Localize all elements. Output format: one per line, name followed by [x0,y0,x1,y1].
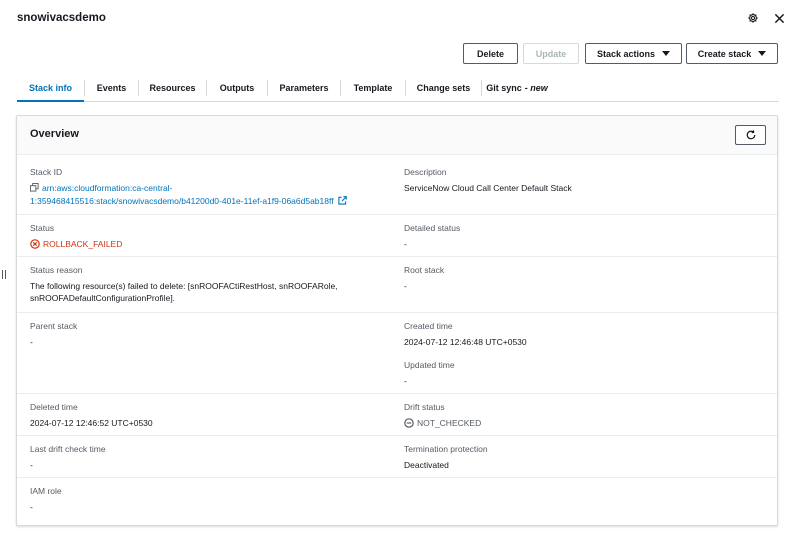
caret-down-icon [662,51,671,56]
not-checked-icon [404,418,414,428]
external-link-icon[interactable] [338,196,347,208]
tab-template[interactable]: Template [341,74,405,101]
status-badge: ROLLBACK_FAILED [30,238,390,250]
created-time-field: Created time 2024-07-12 12:46:48 UTC+053… [404,321,527,347]
iam-role-field: IAM role - [30,486,62,512]
refresh-icon [746,130,755,140]
last-drift-check-field: Last drift check time - [30,444,106,470]
stack-id-link[interactable]: arn:aws:cloudformation:ca-central- 1:359… [30,182,390,208]
root-stack-field: Root stack - [404,265,445,291]
status-field: Status ROLLBACK_FAILED [30,223,390,250]
panel-resize-handle[interactable] [2,270,6,279]
stack-actions-button[interactable]: Stack actions [585,43,682,64]
termination-protection-field: Termination protection Deactivated [404,444,488,470]
tab-bar: Stack info Events Resources Outputs Para… [17,74,779,102]
page-header: snowivacsdemo [0,0,799,38]
overview-title: Overview [30,128,79,140]
delete-button[interactable]: Delete [463,43,518,64]
close-icon[interactable] [772,11,786,25]
overview-header: Overview [17,116,777,155]
drift-status-field: Drift status NOT_CHECKED [404,402,764,429]
tab-resources[interactable]: Resources [139,74,206,101]
status-reason-field: Status reason The following resource(s) … [30,265,338,303]
tab-stack-info[interactable]: Stack info [17,74,84,102]
description-field: Description ServiceNow Cloud Call Center… [404,167,572,193]
create-stack-button[interactable]: Create stack [686,43,778,64]
gear-icon[interactable] [746,11,760,25]
tab-outputs[interactable]: Outputs [207,74,267,101]
copy-icon[interactable] [30,183,39,195]
stack-id-field: Stack ID arn:aws:cloudformation:ca-centr… [30,167,390,208]
detailed-status-field: Detailed status - [404,223,461,249]
tab-events[interactable]: Events [85,74,138,101]
parent-stack-field: Parent stack - [30,321,78,347]
refresh-button[interactable] [735,125,766,145]
tab-parameters[interactable]: Parameters [268,74,340,101]
update-button[interactable]: Update [523,43,579,64]
tab-change-sets[interactable]: Change sets [406,74,481,101]
updated-time-field: Updated time - [404,360,455,386]
caret-down-icon [758,51,767,56]
overview-panel: Overview Stack ID arn:aws:cloudformation… [16,115,778,526]
deleted-time-field: Deleted time 2024-07-12 12:46:52 UTC+053… [30,402,153,428]
tab-git-sync[interactable]: Git sync - new [482,74,552,101]
page-title: snowivacsdemo [17,12,106,24]
error-icon [30,239,40,249]
drift-status-badge: NOT_CHECKED [404,417,764,429]
